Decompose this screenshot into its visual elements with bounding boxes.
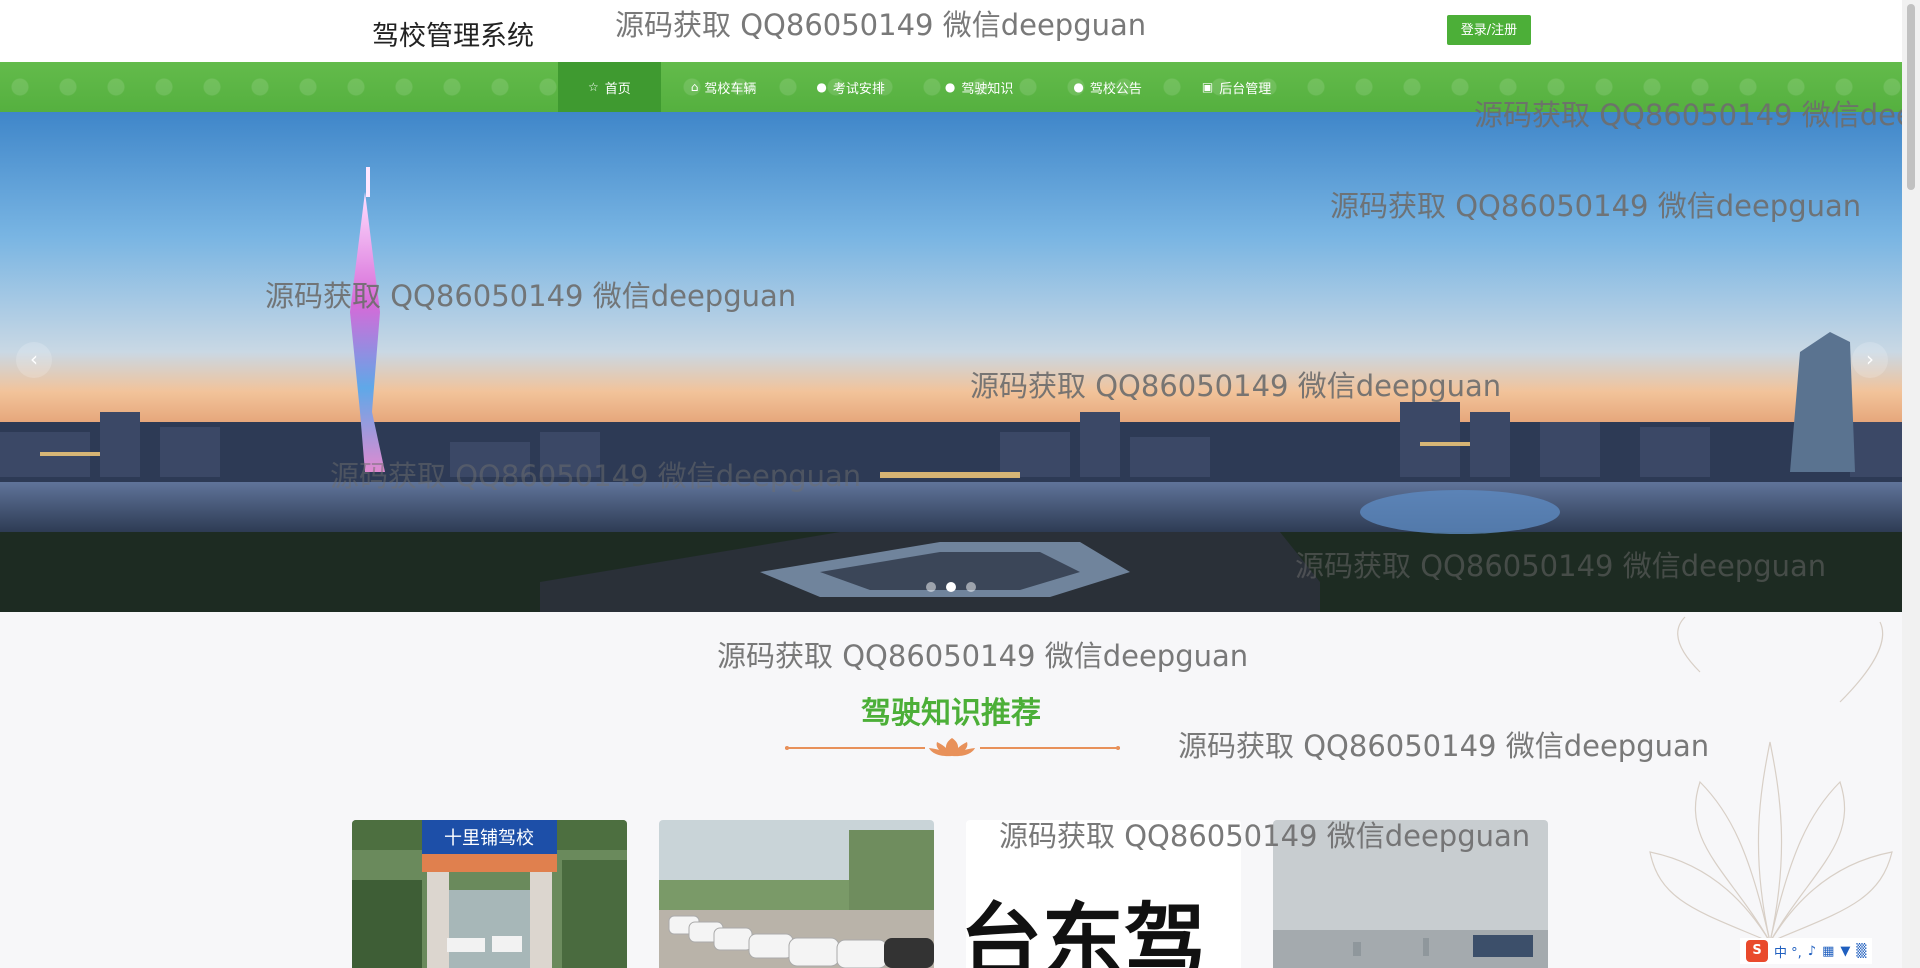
nav-item-admin[interactable]: ▣ 后台管理 [1172,62,1301,112]
card-caption: 台东驾 [966,895,1206,968]
card-caption: 十里铺驾校 [444,828,534,849]
nav-item-exam-schedule[interactable]: ● 考试安排 [786,62,915,112]
carousel-next-button[interactable]: › [1852,342,1888,378]
home-icon: ⌂ [690,80,699,94]
info-icon: ● [944,80,956,94]
knowledge-card[interactable] [659,820,934,968]
carousel-dot[interactable] [946,582,956,592]
knowledge-card-list: 十里铺驾校 台东驾 [352,820,1548,968]
watermark-text: 源码获取 QQ86050149 微信deepguan [717,639,1249,673]
keyboard-icon[interactable]: ▦ [1822,944,1834,959]
grid-icon[interactable]: ▒ [1856,944,1866,959]
carousel-dot[interactable] [966,582,976,592]
scrollbar-thumb[interactable] [1907,4,1915,190]
star-icon: ☆ [588,80,599,94]
carousel-prev-button[interactable]: ‹ [16,342,52,378]
info-icon: ● [1073,80,1084,94]
top-bar: 驾校管理系统 登录/注册 [0,0,1902,62]
login-register-button[interactable]: 登录/注册 [1447,15,1531,45]
lotus-decoration-image [1649,616,1893,944]
ime-toolbar[interactable]: S 中 °, ♪ ▦ ▼ ▒ [1740,938,1873,964]
carousel-dot[interactable] [926,582,936,592]
nav-item-notices[interactable]: ● 驾校公告 [1043,62,1172,112]
nav-item-label: 后台管理 [1219,81,1272,97]
nav-item-label: 驾校车辆 [704,81,757,97]
nav-item-vehicles[interactable]: ⌂ 驾校车辆 [661,62,787,112]
sogou-logo-icon: S [1746,940,1768,962]
card-image: 十里铺驾校 [352,820,627,968]
nav-list: ☆ 首页 ⌂ 驾校车辆 ● 考试安排 ● 驾驶知识 ● 驾校公告 ▣ 后台管理 [558,62,1301,112]
title-divider [785,738,1120,757]
info-icon: ● [816,80,827,94]
page: 驾校管理系统 登录/注册 ☆ 首页 ⌂ 驾校车辆 ● 考试安排 ● 驾驶知识 ● [0,0,1902,968]
banner-carousel[interactable]: ‹ › [0,112,1902,612]
clipboard-icon: ▣ [1201,80,1214,94]
page-scrollbar[interactable] [1902,0,1920,968]
site-title: 驾校管理系统 [372,21,534,52]
shirt-icon[interactable]: ▼ [1840,944,1850,959]
main-nav: ☆ 首页 ⌂ 驾校车辆 ● 考试安排 ● 驾驶知识 ● 驾校公告 ▣ 后台管理 [0,62,1902,112]
nav-item-label: 驾校公告 [1089,81,1142,97]
card-image [1273,820,1548,968]
section-title: 驾驶知识推荐 [861,696,1041,731]
knowledge-card[interactable]: 十里铺驾校 [352,820,627,968]
microphone-icon[interactable]: ♪ [1808,944,1816,959]
carousel-indicators [926,582,976,592]
knowledge-card[interactable] [1273,820,1548,968]
knowledge-card[interactable]: 台东驾 [966,820,1241,968]
card-image [659,820,934,968]
nav-item-label: 驾驶知识 [961,81,1014,97]
nav-item-home[interactable]: ☆ 首页 [558,62,661,112]
nav-item-knowledge[interactable]: ● 驾驶知识 [915,62,1044,112]
ime-status: 中 °, [1774,945,1802,961]
nav-item-label: 首页 [604,81,631,97]
city-skyline-image [0,167,1902,612]
card-image: 台东驾 [966,820,1241,968]
nav-item-label: 考试安排 [832,81,885,97]
